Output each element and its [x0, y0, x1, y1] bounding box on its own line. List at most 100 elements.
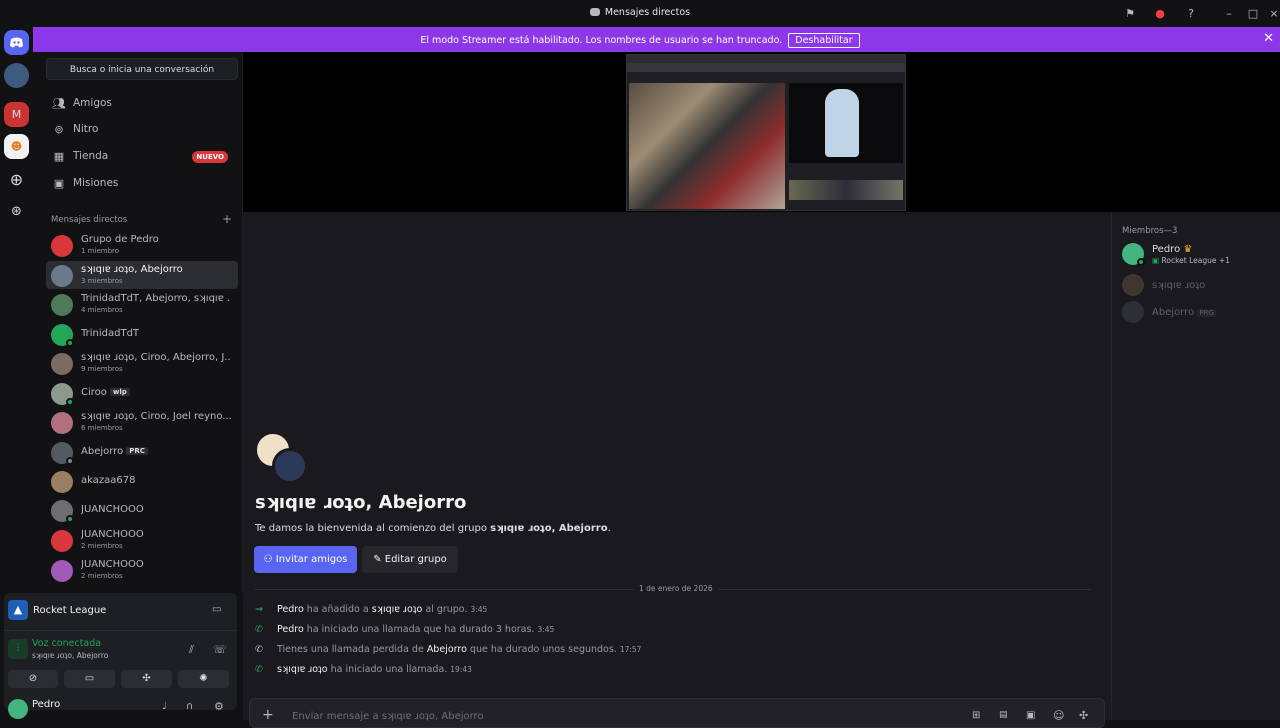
dm-item[interactable]: JUANCHOOO: [46, 496, 238, 524]
system-message: → Pedro ha añadido a sʞıqıɐ ɹoʇo al grupo…: [255, 604, 488, 615]
missed-call-icon: ✆: [255, 644, 263, 655]
inbox-icon[interactable]: ⚑: [1124, 8, 1136, 20]
member-list: Miembros—3 Pedro ♛ ▣ Rocket League +1 sʞ…: [1111, 212, 1280, 720]
user-name: Pedro: [32, 699, 61, 710]
edit-group-button[interactable]: ✎ Editar grupo: [362, 546, 458, 573]
online-status-dot: [1137, 258, 1145, 266]
dm-item[interactable]: sʞıqıɐ ɹoʇo, Ciroo, Abejorro, J... 9 mie…: [46, 349, 238, 377]
rocket-league-icon: ▲: [8, 600, 28, 620]
shop-icon: ▦: [53, 150, 65, 163]
stream-image-grid: [629, 83, 785, 209]
nav-shop[interactable]: ▦ Tienda NUEVO: [46, 145, 238, 169]
invite-friends-button[interactable]: ⚇ Invitar amigos: [254, 546, 357, 573]
crown-icon: ♛: [1183, 244, 1193, 255]
avatar: [51, 560, 73, 582]
microphone-icon[interactable]: ♩: [162, 701, 167, 712]
gif-icon[interactable]: ▤: [999, 710, 1008, 720]
clan-tag: PRG: [1197, 309, 1216, 317]
member-item[interactable]: Abejorro PRG: [1122, 301, 1272, 325]
nav-friends[interactable]: 👥︎ Amigos: [46, 92, 238, 116]
dm-item[interactable]: JUANCHOOO 2 miembros: [46, 556, 238, 584]
share-screen-button[interactable]: ▭: [64, 670, 115, 688]
activity-panel: ▲ Rocket League ▭ ⫶ Voz conectada sʞıqıɐ…: [0, 593, 243, 720]
pencil-icon: ✎: [373, 554, 385, 565]
camera-off-button[interactable]: ⊘: [8, 670, 58, 688]
server-character-icon[interactable]: ☻: [4, 134, 29, 159]
member-item[interactable]: sʞıqıɐ ɹoʇo: [1122, 274, 1272, 298]
minimize-icon[interactable]: –: [1223, 8, 1235, 20]
user-avatar[interactable]: [8, 699, 28, 719]
dm-item[interactable]: Grupo de Pedro 1 miembro: [46, 231, 238, 259]
divider: [4, 630, 237, 631]
activity-card: ▲ Rocket League ▭ ⫶ Voz conectada sʞıqıɐ…: [4, 593, 237, 719]
headphones-icon[interactable]: ∩: [186, 701, 193, 712]
voice-channel: sʞıqıɐ ɹoʇo, Abejorro: [32, 651, 109, 660]
phone-icon: ✆: [255, 624, 263, 635]
disable-streamer-button[interactable]: Deshabilitar: [788, 33, 860, 48]
activities-button[interactable]: ✣: [121, 670, 172, 688]
gift-icon[interactable]: ⊞: [972, 710, 980, 721]
disconnect-icon[interactable]: ☏: [213, 643, 227, 656]
clan-tag: wlp: [109, 388, 130, 396]
add-server-icon[interactable]: ⊕: [4, 167, 29, 192]
window-title: Mensajes directos: [0, 7, 1280, 18]
welcome-text: Te damos la bienvenida al comienzo del g…: [255, 523, 611, 534]
dm-item[interactable]: TrinidadTdT, Abejorro, sʞıqıɐ ... 4 miem…: [46, 290, 238, 318]
online-status-dot: [66, 515, 74, 523]
member-list-header: Miembros—3: [1122, 226, 1178, 236]
join-arrow-icon: →: [255, 604, 263, 615]
clan-tag: PRC: [126, 447, 148, 455]
help-icon[interactable]: ?: [1185, 8, 1197, 20]
dm-item[interactable]: JUANCHOOO 2 miembros: [46, 526, 238, 554]
avatar: [51, 530, 73, 552]
noise-suppression-icon[interactable]: ⫽: [189, 643, 194, 657]
avatar: [51, 235, 73, 257]
nav-nitro[interactable]: ⊚ Nitro: [46, 118, 238, 142]
dm-item[interactable]: Ciroo wlp: [46, 379, 238, 407]
activity-game-name: Rocket League: [33, 605, 107, 616]
dm-item[interactable]: sʞıqıɐ ɹoʇo, Ciroo, Joel reyno... 6 miem…: [46, 408, 238, 436]
message-input[interactable]: Enviar mensaje a sʞıqıɐ ɹoʇo, Abejorro: [292, 711, 484, 722]
dm-avatar-icon[interactable]: [4, 63, 29, 88]
dm-item[interactable]: TrinidadTdT: [46, 320, 238, 348]
create-dm-icon[interactable]: +: [222, 212, 232, 226]
game-controller-icon: ▣: [1152, 256, 1160, 265]
banner-close-icon[interactable]: ✕: [1263, 31, 1274, 46]
discord-home-icon[interactable]: [4, 30, 29, 55]
nav-quests[interactable]: ▣ Misiones: [46, 172, 238, 196]
attach-plus-icon[interactable]: +: [262, 707, 274, 723]
dm-item-selected[interactable]: sʞıqıɐ ɹoʇo, Abejorro 3 miembros: [46, 261, 238, 289]
member-item[interactable]: Pedro ♛ ▣ Rocket League +1: [1122, 243, 1272, 267]
window-close-icon[interactable]: ×: [1268, 8, 1280, 20]
search-conversation-button[interactable]: Busca o inicia una conversación: [46, 58, 238, 80]
group-avatar-2: [272, 448, 308, 484]
streamer-mode-banner: El modo Streamer está habilitado. Los no…: [0, 27, 1280, 52]
avatar: [1122, 301, 1144, 323]
group-title: sʞıqıɐ ɹoʇo, Abejorro: [255, 492, 467, 513]
stream-preview[interactable]: [243, 52, 1280, 212]
settings-gear-icon[interactable]: ⚙: [214, 700, 224, 713]
dm-item[interactable]: akazaa678: [46, 467, 238, 495]
quests-icon: ▣: [53, 177, 65, 190]
server-mario-icon[interactable]: M: [4, 102, 29, 127]
apps-icon[interactable]: ✣: [1079, 709, 1088, 722]
online-status-dot: [66, 398, 74, 406]
emoji-icon[interactable]: ☺: [1053, 709, 1064, 722]
explore-icon[interactable]: ⊛: [4, 199, 29, 224]
voice-status: Voz conectada: [32, 638, 102, 649]
stream-video: [626, 54, 906, 211]
friends-icon: 👥︎: [52, 97, 66, 110]
message-composer: + Enviar mensaje a sʞıqıɐ ɹoʇo, Abejorro…: [249, 698, 1105, 728]
avatar: [51, 265, 73, 287]
notification-icon[interactable]: ●: [1154, 8, 1166, 20]
system-message: ✆ Pedro ha iniciado una llamada que ha du…: [255, 624, 555, 635]
avatar: [51, 353, 73, 375]
phone-icon: ✆: [255, 664, 263, 675]
sticker-icon[interactable]: ▣: [1026, 710, 1035, 721]
system-message: ✆ sʞıqıɐ ɹoʇo ha iniciado una llamada. 19:…: [255, 664, 472, 675]
screen-share-icon[interactable]: ▭: [212, 604, 221, 615]
dm-icon: [589, 8, 600, 16]
soundboard-button[interactable]: ✺: [178, 670, 229, 688]
dm-item[interactable]: Abejorro PRC: [46, 438, 238, 466]
maximize-icon[interactable]: □: [1247, 8, 1259, 20]
